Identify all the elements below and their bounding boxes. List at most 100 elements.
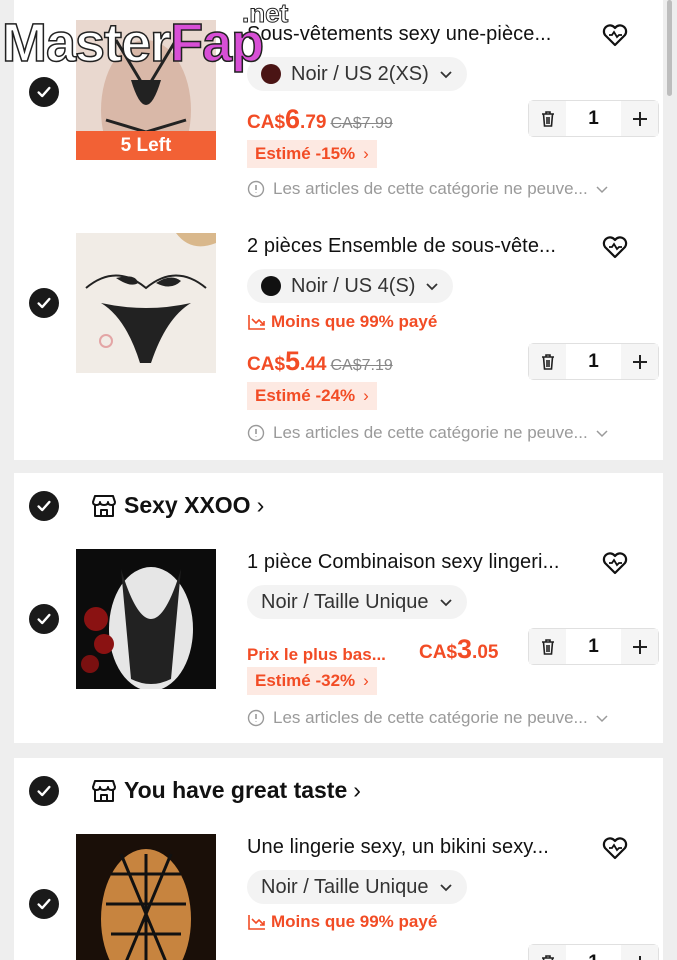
trend-down-icon	[248, 315, 265, 330]
cart-store-section: Sexy XXOO › 1 pièce Combinaison sexy lin…	[14, 473, 663, 743]
trash-icon	[541, 353, 554, 370]
store-name-link[interactable]: Sexy XXOO ›	[90, 492, 264, 519]
delete-button[interactable]	[529, 629, 566, 664]
quantity-value[interactable]: 1	[566, 952, 621, 960]
product-photo	[76, 834, 216, 960]
variant-label: Noir / Taille Unique	[261, 875, 429, 898]
price-cents: .05	[472, 642, 499, 663]
variant-selector[interactable]: Noir / Taille Unique	[247, 870, 467, 904]
delete-button[interactable]	[529, 945, 566, 960]
wishlist-heart-icon[interactable]	[600, 548, 630, 578]
category-notice[interactable]: Les articles de cette catégorie ne peuve…	[247, 179, 608, 199]
price-currency: CA$	[247, 112, 286, 133]
chevron-right-icon: ›	[363, 671, 369, 690]
quantity-value[interactable]: 1	[566, 108, 621, 130]
estimate-label: Estimé -15%	[255, 144, 356, 163]
price: CA$ 3.05	[419, 634, 498, 665]
increment-button[interactable]	[621, 945, 658, 960]
variant-selector[interactable]: Noir / Taille Unique	[247, 585, 467, 619]
quantity-stepper[interactable]: 1	[528, 628, 659, 665]
item-select-checkbox[interactable]	[29, 889, 59, 919]
check-icon	[37, 898, 51, 910]
item-select-checkbox[interactable]	[29, 77, 59, 107]
store-name: Sexy XXOO	[124, 492, 251, 518]
category-notice[interactable]: Les articles de cette catégorie ne peuve…	[247, 708, 608, 728]
product-title[interactable]: 1 pièce Combinaison sexy lingeri...	[247, 551, 607, 574]
watermark-tld: .net	[241, 0, 289, 29]
estimate-discount[interactable]: Estimé -15% ›	[247, 140, 377, 168]
store-select-checkbox[interactable]	[29, 491, 59, 521]
estimate-label: Estimé -24%	[255, 386, 356, 405]
product-image[interactable]	[76, 549, 216, 689]
quantity-stepper[interactable]: 1	[528, 100, 659, 137]
trash-icon	[541, 954, 554, 960]
price-main: 6	[285, 104, 301, 134]
product-image[interactable]	[76, 233, 216, 373]
quantity-stepper[interactable]: 1	[528, 944, 659, 960]
stock-left-badge: 5 Left	[76, 131, 216, 160]
quantity-value[interactable]: 1	[566, 351, 621, 373]
wishlist-heart-icon[interactable]	[600, 20, 630, 50]
cart-store-section: You have great taste › Une lingerie sexy…	[14, 758, 663, 960]
chevron-down-icon	[596, 430, 608, 438]
price: CA$ 6.79 CA$7.99	[247, 104, 393, 135]
product-title[interactable]: Une lingerie sexy, un bikini sexy...	[247, 836, 607, 859]
paid-promo: Moins que 99% payé	[247, 312, 437, 332]
wishlist-heart-icon[interactable]	[600, 232, 630, 262]
check-icon	[37, 613, 51, 625]
scrollbar[interactable]	[667, 0, 672, 96]
increment-button[interactable]	[621, 344, 658, 379]
chevron-right-icon: ›	[363, 144, 369, 163]
item-select-checkbox[interactable]	[29, 288, 59, 318]
variant-label: Noir / US 4(S)	[291, 274, 416, 297]
watermark-text: MasterFap	[1, 12, 265, 74]
notice-text: Les articles de cette catégorie ne peuve…	[273, 179, 588, 198]
variant-label: Noir / Taille Unique	[261, 590, 429, 613]
notice-text: Les articles de cette catégorie ne peuve…	[273, 708, 588, 727]
trash-icon	[541, 110, 554, 127]
quantity-value[interactable]: 1	[566, 636, 621, 658]
price-main: 5	[285, 346, 301, 376]
promo-text: Moins que 99% payé	[271, 912, 438, 931]
chevron-right-icon: ›	[256, 492, 265, 518]
estimate-discount[interactable]: Estimé -32% ›	[247, 667, 377, 695]
category-notice[interactable]: Les articles de cette catégorie ne peuve…	[247, 423, 608, 443]
product-image[interactable]	[76, 834, 216, 960]
chevron-down-icon	[596, 186, 608, 194]
price: CA$ 5.44 CA$7.19	[247, 346, 393, 377]
check-icon	[37, 500, 51, 512]
trash-icon	[541, 638, 554, 655]
color-swatch-icon	[261, 276, 281, 296]
store-select-checkbox[interactable]	[29, 776, 59, 806]
wishlist-heart-icon[interactable]	[600, 833, 630, 863]
item-select-checkbox[interactable]	[29, 604, 59, 634]
plus-icon	[632, 639, 647, 654]
variant-label: Noir / US 2(XS)	[291, 62, 429, 85]
increment-button[interactable]	[621, 101, 658, 136]
watermark-logo: MasterFap .net	[0, 0, 305, 74]
price-cents: .44	[300, 354, 327, 375]
product-photo	[76, 549, 216, 689]
notice-text: Les articles de cette catégorie ne peuve…	[273, 423, 588, 442]
chevron-down-icon	[439, 884, 452, 892]
plus-icon	[632, 354, 647, 369]
delete-button[interactable]	[529, 344, 566, 379]
price-cents: .79	[300, 112, 327, 133]
plus-icon	[632, 111, 647, 126]
price-old: CA$7.99	[330, 115, 393, 132]
chevron-right-icon: ›	[363, 386, 369, 405]
product-title[interactable]: 2 pièces Ensemble de sous-vête...	[247, 235, 607, 258]
store-name-link[interactable]: You have great taste ›	[90, 777, 361, 804]
price-old: CA$7.19	[330, 357, 393, 374]
variant-selector[interactable]: Noir / US 4(S)	[247, 269, 454, 303]
price-currency: CA$	[247, 354, 286, 375]
delete-button[interactable]	[529, 101, 566, 136]
chevron-down-icon	[440, 71, 452, 79]
quantity-stepper[interactable]: 1	[528, 343, 659, 380]
increment-button[interactable]	[621, 629, 658, 664]
promo-text: Moins que 99% payé	[271, 312, 438, 331]
plus-icon	[638, 955, 641, 960]
check-icon	[37, 297, 51, 309]
chevron-down-icon	[596, 715, 608, 723]
estimate-discount[interactable]: Estimé -24% ›	[247, 382, 377, 410]
